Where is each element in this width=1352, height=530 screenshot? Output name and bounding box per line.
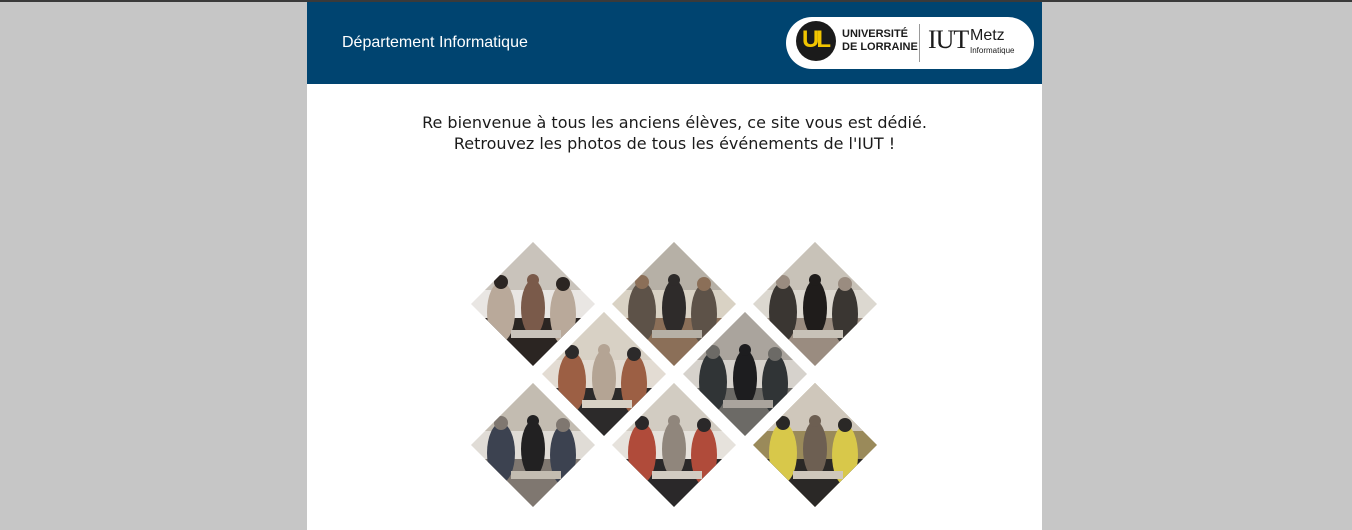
photo-gallery	[307, 2, 1042, 530]
page-container: Département Informatique UL UNIVERSITÉ D…	[307, 2, 1042, 530]
